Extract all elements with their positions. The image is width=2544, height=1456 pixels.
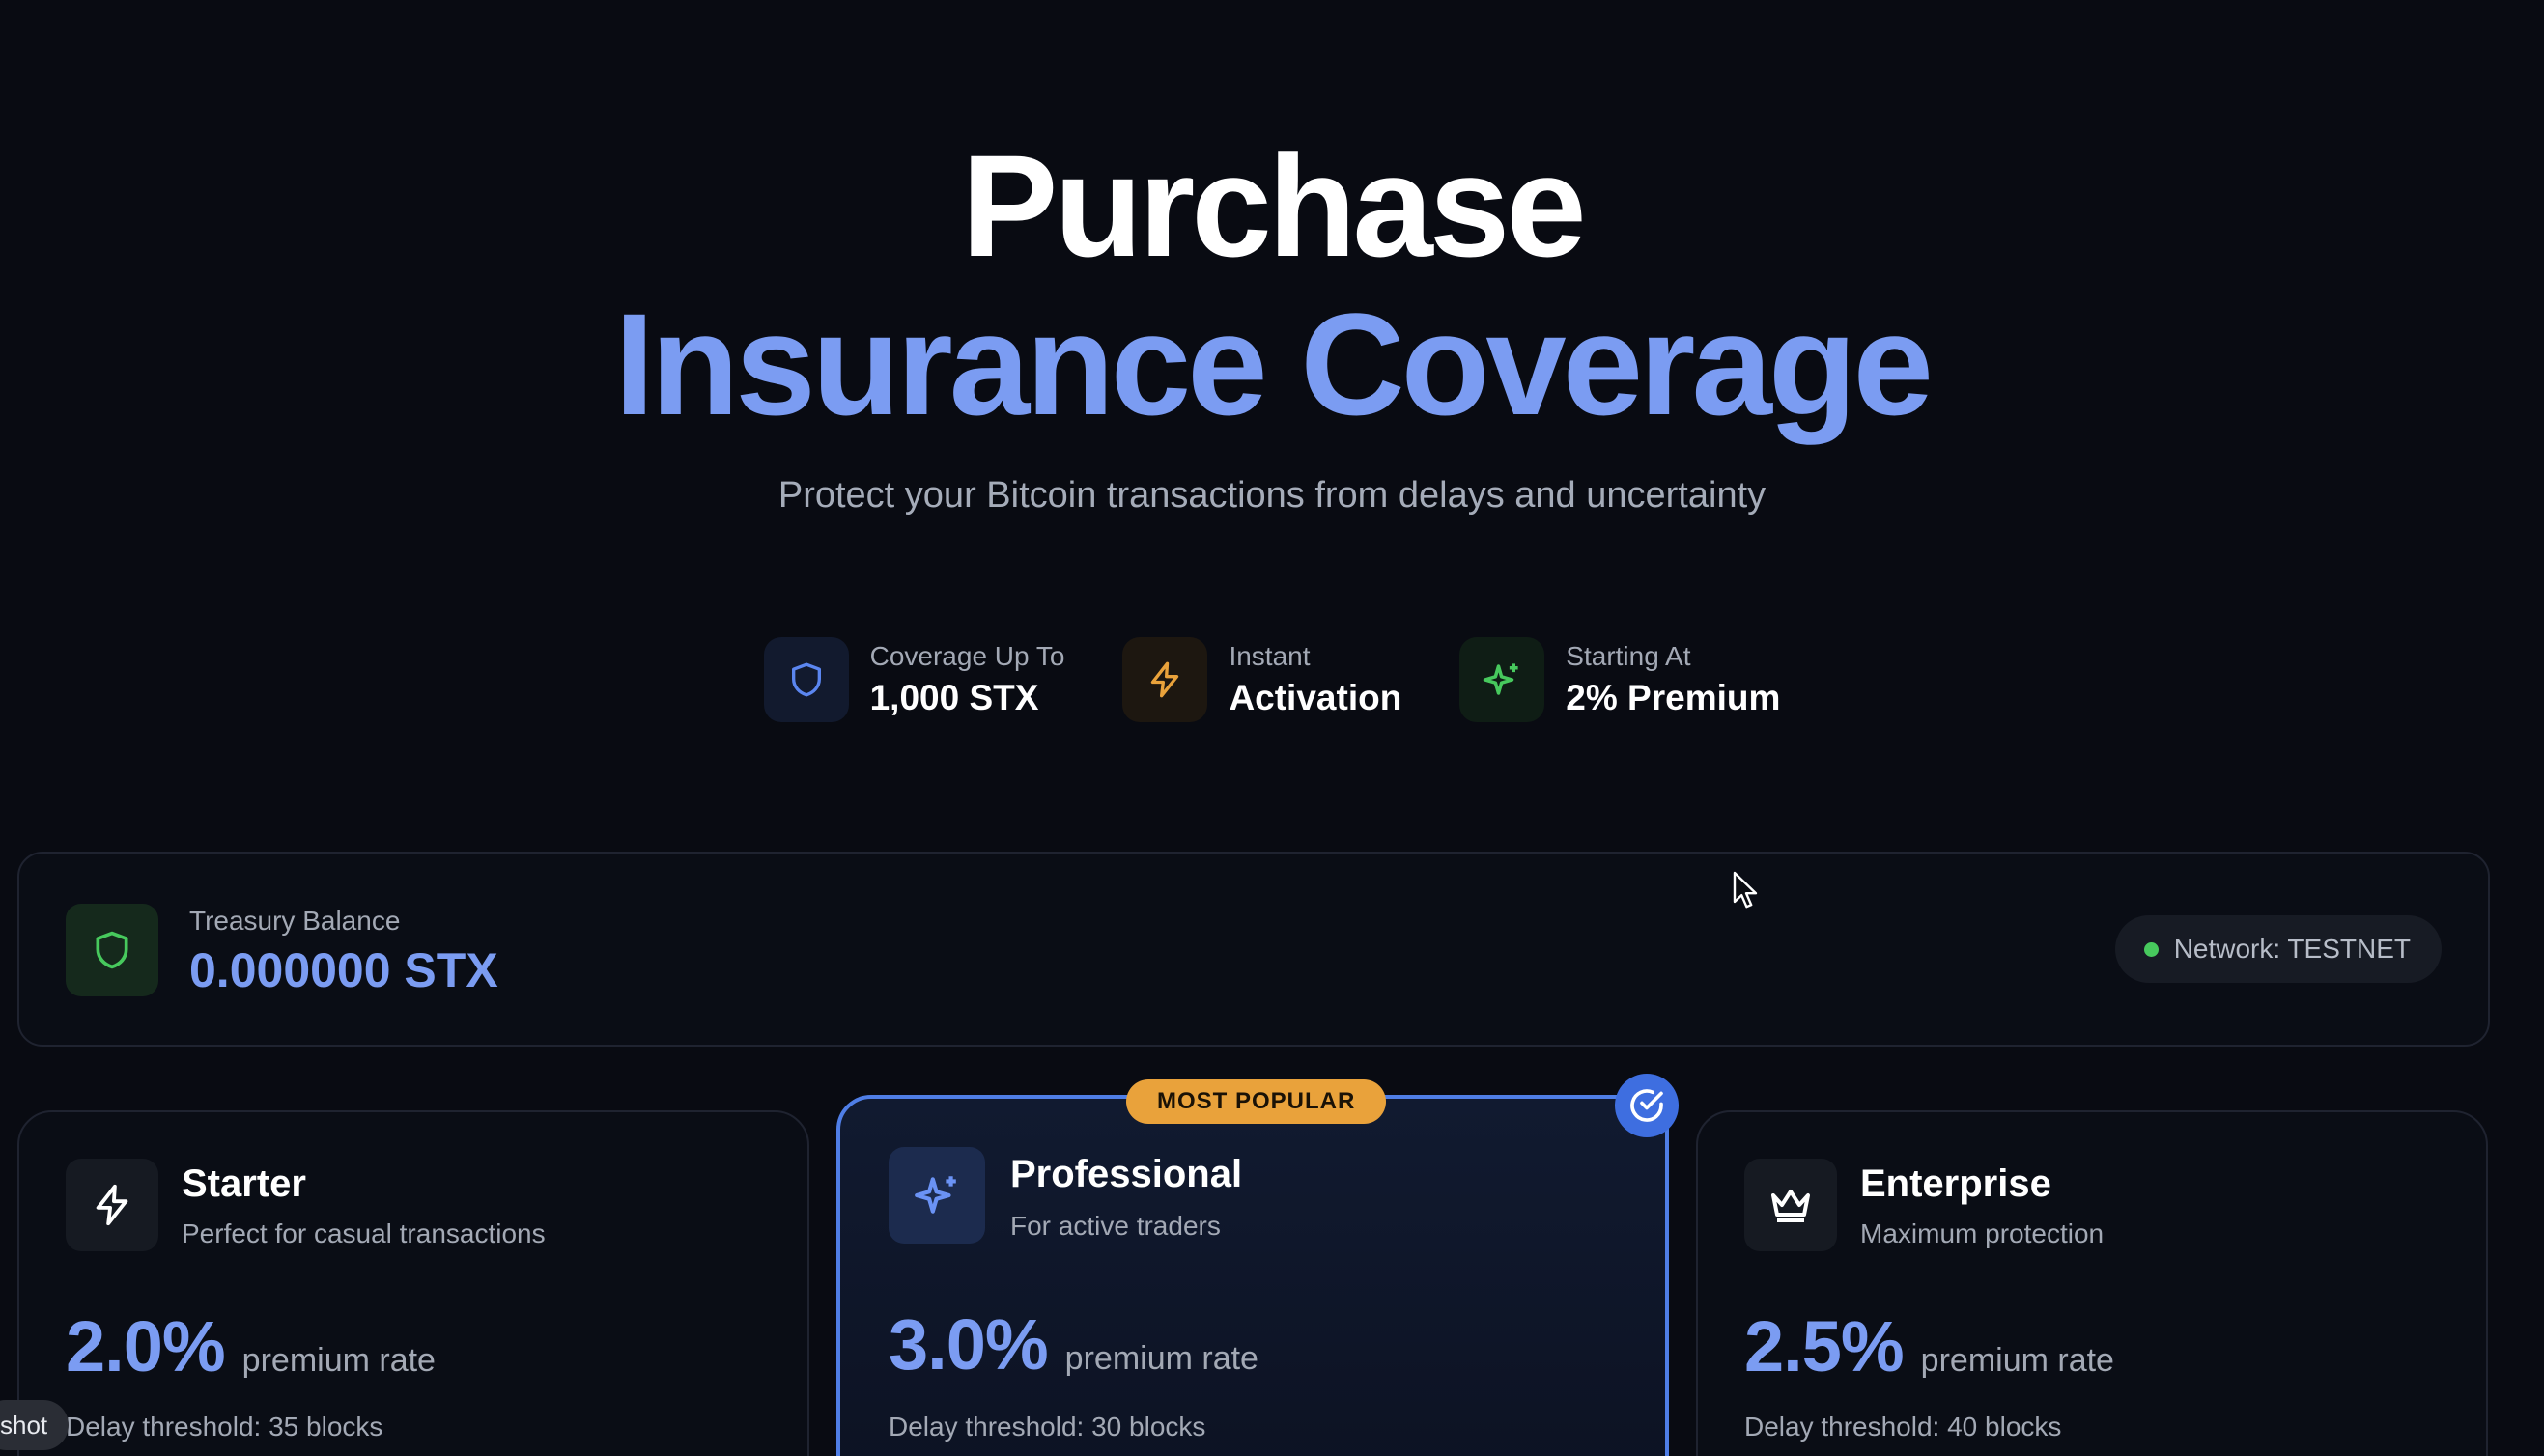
plan-rate: 3.0% premium rate xyxy=(889,1303,1258,1386)
plan-card-professional[interactable]: MOST POPULAR Professional For active tra… xyxy=(836,1074,1679,1456)
plan-rate-label: premium rate xyxy=(1920,1342,2114,1379)
plan-rate-value: 2.0% xyxy=(66,1306,226,1386)
plan-name: Professional xyxy=(1010,1153,1243,1195)
network-label: Network: TESTNET xyxy=(2173,934,2411,964)
plan-delay-threshold: Delay threshold: 35 blocks xyxy=(66,1412,383,1442)
plan-card-enterprise[interactable]: Enterprise Maximum protection 2.5% premi… xyxy=(1696,1110,2488,1456)
lightning-icon xyxy=(1122,637,1208,722)
sparkle-icon xyxy=(1459,637,1545,722)
feature-highlights: Coverage Up To 1,000 STX Instant Activat… xyxy=(0,637,2544,722)
page-title-highlight: Insurance Coverage xyxy=(614,283,1934,445)
feature-label: Starting At xyxy=(1566,641,1691,671)
crown-icon xyxy=(1744,1159,1837,1251)
shield-icon xyxy=(763,637,849,722)
sparkle-icon xyxy=(889,1147,985,1244)
plan-rate-label: premium rate xyxy=(1064,1340,1258,1377)
insurance-purchase-page: Purchase Insurance Coverage Protect your… xyxy=(0,0,2544,1456)
network-badge: Network: TESTNET xyxy=(2114,915,2442,983)
feature-label: Coverage Up To xyxy=(869,641,1065,671)
plan-rate-value: 3.0% xyxy=(889,1304,1049,1385)
treasury-panel: Treasury Balance 0.000000 STX Network: T… xyxy=(17,852,2490,1047)
feature-value: Activation xyxy=(1229,678,1402,717)
feature-premium: Starting At 2% Premium xyxy=(1459,637,1780,722)
plan-rate-value: 2.5% xyxy=(1744,1306,1905,1386)
plan-delay-threshold: Delay threshold: 40 blocks xyxy=(1744,1412,2062,1442)
feature-label: Instant xyxy=(1229,641,1311,671)
treasury-balance: 0.000000 STX xyxy=(189,943,498,997)
feature-value: 1,000 STX xyxy=(869,678,1039,717)
most-popular-badge: MOST POPULAR xyxy=(1126,1079,1387,1124)
treasury-label: Treasury Balance xyxy=(189,906,401,936)
page-title: Purchase xyxy=(961,125,1586,287)
screenshot-tag[interactable]: shot xyxy=(0,1400,70,1450)
plan-delay-threshold: Delay threshold: 30 blocks xyxy=(889,1412,1206,1442)
network-status-dot xyxy=(2143,941,2159,957)
plan-card-starter[interactable]: Starter Perfect for casual transactions … xyxy=(17,1110,809,1456)
plan-rate: 2.5% premium rate xyxy=(1744,1305,2114,1387)
shield-icon xyxy=(66,904,158,996)
plan-description: Perfect for casual transactions xyxy=(182,1218,546,1248)
mouse-cursor-icon xyxy=(1733,871,1760,914)
feature-value: 2% Premium xyxy=(1566,678,1781,717)
plan-rate-label: premium rate xyxy=(241,1342,436,1379)
feature-activation: Instant Activation xyxy=(1122,637,1401,722)
plan-name: Starter xyxy=(182,1162,306,1205)
plan-name: Enterprise xyxy=(1860,1162,2051,1205)
plan-description: Maximum protection xyxy=(1860,1218,2105,1248)
page-subtitle: Protect your Bitcoin transactions from d… xyxy=(777,475,1767,516)
lightning-icon xyxy=(66,1159,158,1251)
plan-rate: 2.0% premium rate xyxy=(66,1305,436,1387)
feature-coverage: Coverage Up To 1,000 STX xyxy=(763,637,1065,722)
check-circle-icon xyxy=(1615,1074,1679,1137)
plan-description: For active traders xyxy=(1010,1211,1221,1241)
